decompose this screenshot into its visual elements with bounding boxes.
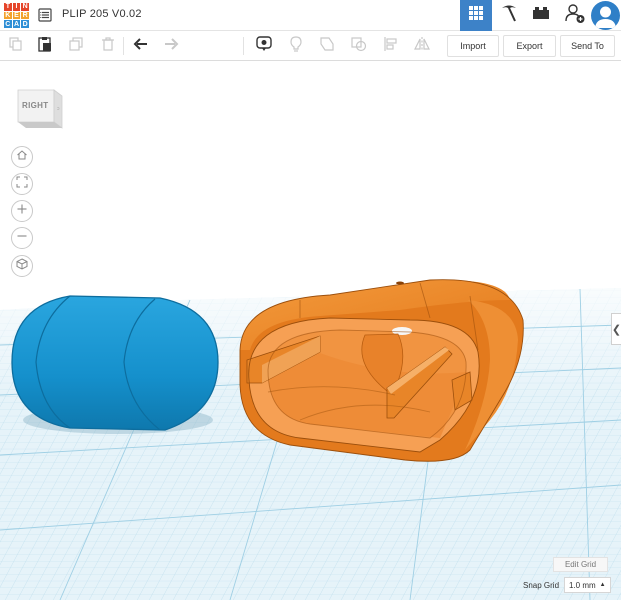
import-button[interactable]: Import bbox=[447, 35, 499, 57]
duplicate-button[interactable] bbox=[66, 36, 86, 56]
logo-letter: D bbox=[21, 20, 29, 28]
pickaxe-icon bbox=[499, 3, 519, 28]
view-cube-face-label: RIGHT bbox=[22, 101, 49, 110]
snap-grid-label: Snap Grid bbox=[523, 581, 560, 590]
fit-view-button[interactable] bbox=[11, 173, 33, 195]
perspective-button[interactable] bbox=[11, 255, 33, 277]
undo-button[interactable] bbox=[131, 36, 151, 56]
blue-capsule-shape[interactable] bbox=[11, 295, 219, 434]
logo-letter: A bbox=[12, 20, 21, 28]
user-avatar-icon[interactable] bbox=[591, 1, 620, 30]
align-button[interactable] bbox=[381, 36, 401, 56]
logo-letter: N bbox=[21, 3, 29, 11]
snap-grid-select[interactable]: 1.0 mm ▲ bbox=[564, 577, 611, 593]
zoom-out-button[interactable] bbox=[11, 227, 33, 249]
logo-letter: K bbox=[4, 11, 12, 20]
bricks-view-button[interactable] bbox=[525, 0, 557, 31]
paste-icon bbox=[37, 36, 53, 57]
edit-toolbar: Import Export Send To bbox=[0, 31, 621, 61]
codeblocks-view-button[interactable] bbox=[493, 0, 525, 31]
send-to-button[interactable]: Send To bbox=[560, 35, 615, 57]
logo-letter: R bbox=[21, 11, 29, 20]
design-title[interactable]: PLIP 205 V0.02 bbox=[62, 8, 142, 20]
add-user-icon bbox=[564, 2, 586, 29]
logo-letter: I bbox=[12, 3, 21, 11]
home-view-button[interactable] bbox=[11, 146, 33, 168]
ungroup-button[interactable] bbox=[349, 36, 369, 56]
notes-button[interactable] bbox=[254, 35, 274, 58]
workplane-viewport[interactable] bbox=[0, 62, 621, 600]
brick-icon bbox=[532, 6, 550, 25]
paste-button[interactable] bbox=[35, 36, 55, 56]
undo-icon bbox=[133, 36, 149, 57]
panel-toggle-button[interactable]: ❮ bbox=[611, 313, 621, 345]
shape-group-icon bbox=[319, 36, 337, 57]
light-button[interactable] bbox=[286, 35, 306, 57]
redo-icon bbox=[163, 36, 179, 57]
speech-bubble-icon bbox=[255, 35, 273, 58]
cube-icon bbox=[16, 257, 28, 275]
group-button[interactable] bbox=[318, 36, 338, 56]
export-button[interactable]: Export bbox=[503, 35, 556, 57]
zoom-in-button[interactable] bbox=[11, 200, 33, 222]
fit-all-icon bbox=[16, 175, 28, 193]
copy-button[interactable] bbox=[6, 36, 26, 56]
mirror-icon bbox=[413, 36, 431, 57]
duplicate-icon bbox=[68, 36, 84, 57]
logo-letter: C bbox=[4, 20, 12, 28]
edit-grid-button[interactable]: Edit Grid bbox=[553, 557, 608, 572]
home-icon bbox=[16, 148, 28, 166]
design-list-icon[interactable] bbox=[38, 8, 52, 22]
3d-design-view-button[interactable] bbox=[460, 0, 492, 31]
logo-letter: E bbox=[12, 11, 21, 20]
top-bar: TIN KER CAD PLIP 205 V0.02 bbox=[0, 0, 621, 31]
mirror-button[interactable] bbox=[412, 36, 432, 56]
caret-up-icon: ▲ bbox=[599, 582, 606, 588]
trash-icon bbox=[100, 36, 116, 57]
copy-icon bbox=[8, 36, 24, 57]
redo-button[interactable] bbox=[161, 36, 181, 56]
align-icon bbox=[383, 36, 399, 57]
minus-icon bbox=[16, 229, 28, 247]
logo-letter: T bbox=[4, 3, 12, 11]
grid-icon bbox=[468, 5, 484, 26]
shape-ungroup-icon bbox=[350, 36, 368, 57]
tinkercad-logo[interactable]: TIN KER CAD bbox=[4, 3, 29, 28]
plus-icon bbox=[16, 202, 28, 220]
lightbulb-icon bbox=[288, 35, 304, 57]
snap-grid-value: 1.0 mm bbox=[569, 580, 596, 590]
delete-button[interactable] bbox=[98, 36, 118, 56]
invite-user-button[interactable] bbox=[559, 0, 591, 31]
